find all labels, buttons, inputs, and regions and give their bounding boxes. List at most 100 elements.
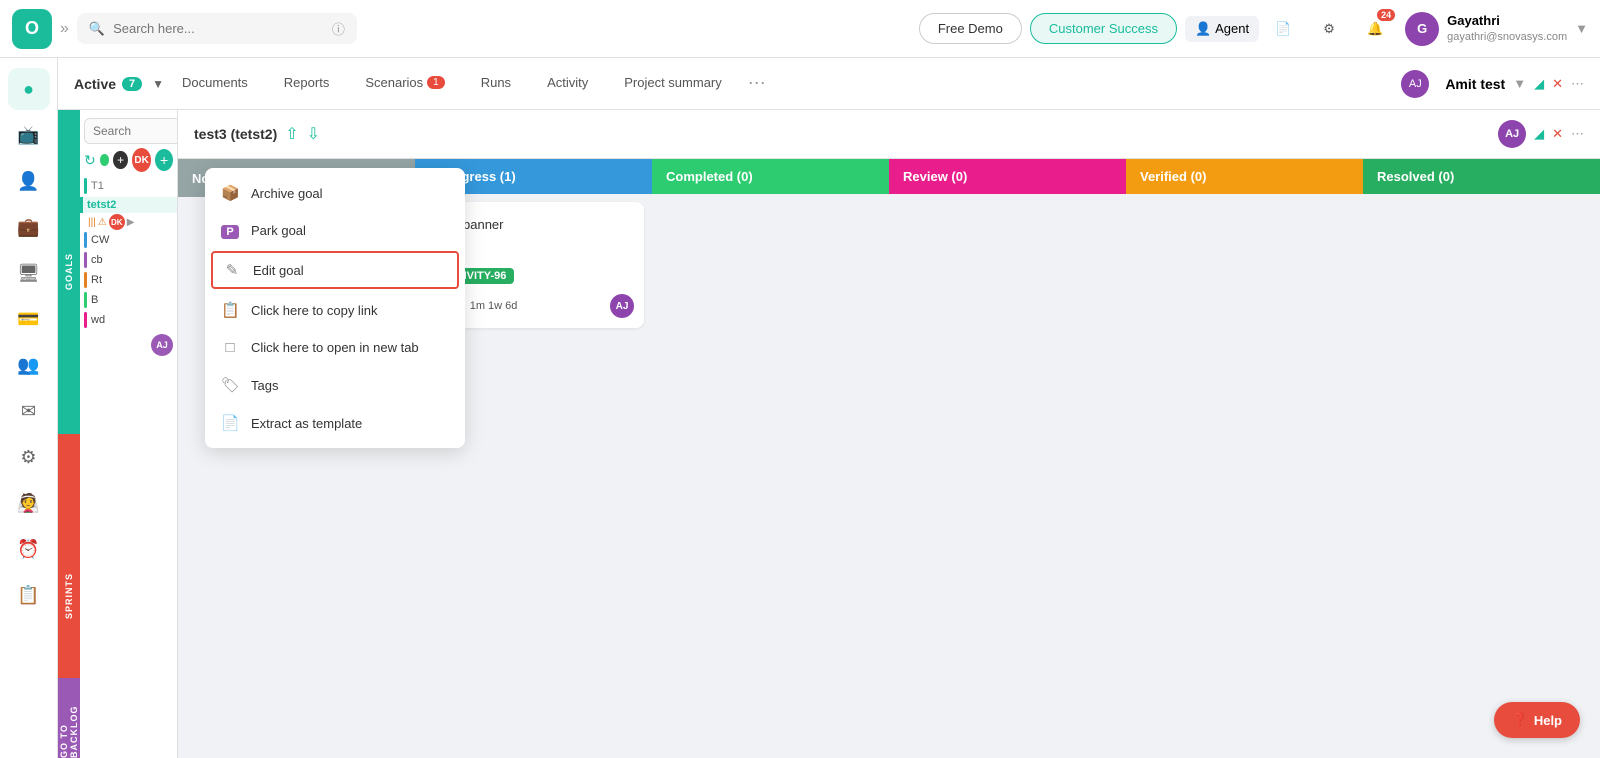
- help-label: Help: [1534, 713, 1562, 728]
- column-body-review: [889, 194, 1126, 758]
- goal-color-wd: [84, 312, 87, 328]
- gear-icon: ⚙: [1323, 21, 1335, 37]
- column-label-review: Review (0): [903, 169, 967, 184]
- user-area[interactable]: G Gayathri gayathri@snovasys.com ▼: [1405, 12, 1588, 46]
- column-body-completed: [652, 194, 889, 758]
- nav-expand-icon[interactable]: »: [60, 20, 69, 38]
- purple-avatar: AJ: [151, 334, 173, 356]
- user-avatar: G: [1405, 12, 1439, 46]
- column-label-verified: Verified (0): [1140, 169, 1206, 184]
- tab-scenarios[interactable]: Scenarios 1: [347, 58, 462, 110]
- sidebar-icon-home[interactable]: ●: [8, 68, 50, 110]
- active-label: Active: [74, 76, 116, 92]
- tab-project-summary[interactable]: Project summary: [606, 58, 740, 110]
- active-dropdown-arrow[interactable]: ▼: [152, 77, 164, 91]
- sidebar-icon-briefcase[interactable]: 💼: [8, 206, 50, 248]
- menu-item-copy-link[interactable]: 📋 Click here to copy link: [205, 291, 465, 329]
- app-logo: O: [12, 9, 52, 49]
- vertical-tabs: Goals Sprints Go to backlog: [58, 110, 80, 758]
- goal-item-cb[interactable]: cb: [80, 250, 177, 270]
- tab-activity[interactable]: Activity: [529, 58, 606, 110]
- column-body-verified: [1126, 194, 1363, 758]
- copy-link-icon: 📋: [221, 301, 239, 319]
- board-options-icon[interactable]: ⋯: [1571, 126, 1584, 142]
- park-icon: P: [221, 222, 239, 239]
- column-header-resolved: Resolved (0): [1363, 159, 1600, 194]
- goal-label-Rt: Rt: [91, 274, 102, 286]
- user-email: gayathri@snovasys.com: [1447, 30, 1567, 44]
- tab-reports[interactable]: Reports: [266, 58, 348, 110]
- backlog-tab-label: Go to backlog: [59, 678, 79, 758]
- workspace-dropdown-icon[interactable]: ▼: [1513, 76, 1526, 91]
- goals-panel-inner: ↻ + DK + T1 tetst2 ||| ⚠: [80, 110, 177, 758]
- card-title: banner: [463, 217, 503, 232]
- sidebar-icon-report[interactable]: 📋: [8, 574, 50, 616]
- bell-icon: 🔔: [1367, 21, 1383, 37]
- sidebar-icon-users[interactable]: 👤: [8, 160, 50, 202]
- board-title: test3 (tetst2): [194, 126, 277, 142]
- goal-item-T1[interactable]: T1: [80, 176, 177, 196]
- menu-item-edit[interactable]: ✎ Edit goal: [211, 251, 459, 289]
- goals-tab[interactable]: Goals: [58, 110, 80, 434]
- plus-circle[interactable]: +: [155, 149, 173, 171]
- menu-item-tags[interactable]: 🏷 Tags: [205, 366, 465, 404]
- menu-item-extract-template[interactable]: 📄 Extract as template: [205, 404, 465, 442]
- sidebar-icon-person[interactable]: 👰: [8, 482, 50, 524]
- user-dropdown-icon: ▼: [1575, 21, 1588, 36]
- sidebar-icon-team[interactable]: 👥: [8, 344, 50, 386]
- upload-icon[interactable]: ⇧: [285, 124, 298, 144]
- documents-icon-btn[interactable]: 📄: [1267, 13, 1299, 45]
- settings-icon-btn[interactable]: ⚙: [1313, 13, 1345, 45]
- board-more-icon[interactable]: ⋯: [1571, 76, 1584, 92]
- sidebar-icon-monitor[interactable]: 🖥: [8, 252, 50, 294]
- menu-item-open-new-tab[interactable]: □ Click here to open in new tab: [205, 329, 465, 366]
- goal-item-tetst2[interactable]: tetst2: [80, 197, 177, 213]
- card-bottom-avatar: AJ: [610, 294, 634, 318]
- sub-nav-more-icon[interactable]: ⋯: [740, 73, 774, 94]
- goal-tetst2-icons: ||| ⚠ DK ▶: [80, 214, 177, 230]
- column-header-review: Review (0): [889, 159, 1126, 194]
- park-p-icon: P: [221, 225, 238, 239]
- menu-item-archive[interactable]: 📦 Archive goal: [205, 174, 465, 212]
- sidebar-icon-clock[interactable]: ⏰: [8, 528, 50, 570]
- notifications-icon-btn[interactable]: 🔔 24: [1359, 13, 1391, 45]
- sidebar-icon-mail[interactable]: ✉: [8, 390, 50, 432]
- goals-panel: Goals Sprints Go to backlog ↻ +: [58, 110, 178, 758]
- clear-icon[interactable]: ✕: [1552, 76, 1563, 92]
- board-filter-icon[interactable]: ◢: [1534, 126, 1544, 142]
- sidebar-icon-wallet[interactable]: 💳: [8, 298, 50, 340]
- sidebar-icon-settings[interactable]: ⚙: [8, 436, 50, 478]
- board-clear-icon[interactable]: ✕: [1552, 126, 1563, 142]
- menu-item-park[interactable]: P Park goal: [205, 212, 465, 249]
- goal-item-wd[interactable]: wd: [80, 310, 177, 330]
- goal-item-Rt[interactable]: Rt: [80, 270, 177, 290]
- goal-item-B[interactable]: B: [80, 290, 177, 310]
- customer-success-button[interactable]: Customer Success: [1030, 13, 1177, 44]
- agent-button[interactable]: 👤 Agent: [1185, 16, 1259, 42]
- filter-icon[interactable]: ◢: [1534, 76, 1544, 92]
- plus-icon[interactable]: +: [113, 151, 128, 169]
- active-badge: Active 7: [74, 76, 152, 92]
- dk-small-avatar: DK: [109, 214, 125, 230]
- search-input[interactable]: [113, 21, 324, 36]
- download-icon[interactable]: ⇩: [307, 124, 320, 144]
- tags-icon: 🏷: [221, 376, 239, 394]
- board-header-right: AJ ◢ ✕ ⋯: [1498, 120, 1584, 148]
- help-button[interactable]: ❓ Help: [1494, 702, 1580, 738]
- goal-color-cb: [84, 252, 87, 268]
- go-to-backlog-tab[interactable]: Go to backlog: [58, 678, 80, 758]
- tab-documents[interactable]: Documents: [164, 58, 266, 110]
- sprint-search-area: [80, 110, 177, 146]
- user-info: Gayathri gayathri@snovasys.com: [1447, 13, 1567, 44]
- free-demo-button[interactable]: Free Demo: [919, 13, 1022, 44]
- sidebar-icon-tv[interactable]: 📺: [8, 114, 50, 156]
- goal-label-CW: CW: [91, 234, 109, 246]
- goal-item-CW[interactable]: CW: [80, 230, 177, 250]
- context-menu: 📦 Archive goal P Park goal ✎ Edit goal 📋…: [205, 168, 465, 448]
- sprint-search-input[interactable]: [84, 118, 177, 144]
- column-completed: Completed (0): [652, 159, 889, 758]
- top-nav: O » 🔍 ⓘ Free Demo Customer Success 👤 Age…: [0, 0, 1600, 58]
- refresh-icon[interactable]: ↻: [84, 152, 96, 169]
- tab-runs[interactable]: Runs: [463, 58, 529, 110]
- goal-color-indicator: [84, 178, 87, 194]
